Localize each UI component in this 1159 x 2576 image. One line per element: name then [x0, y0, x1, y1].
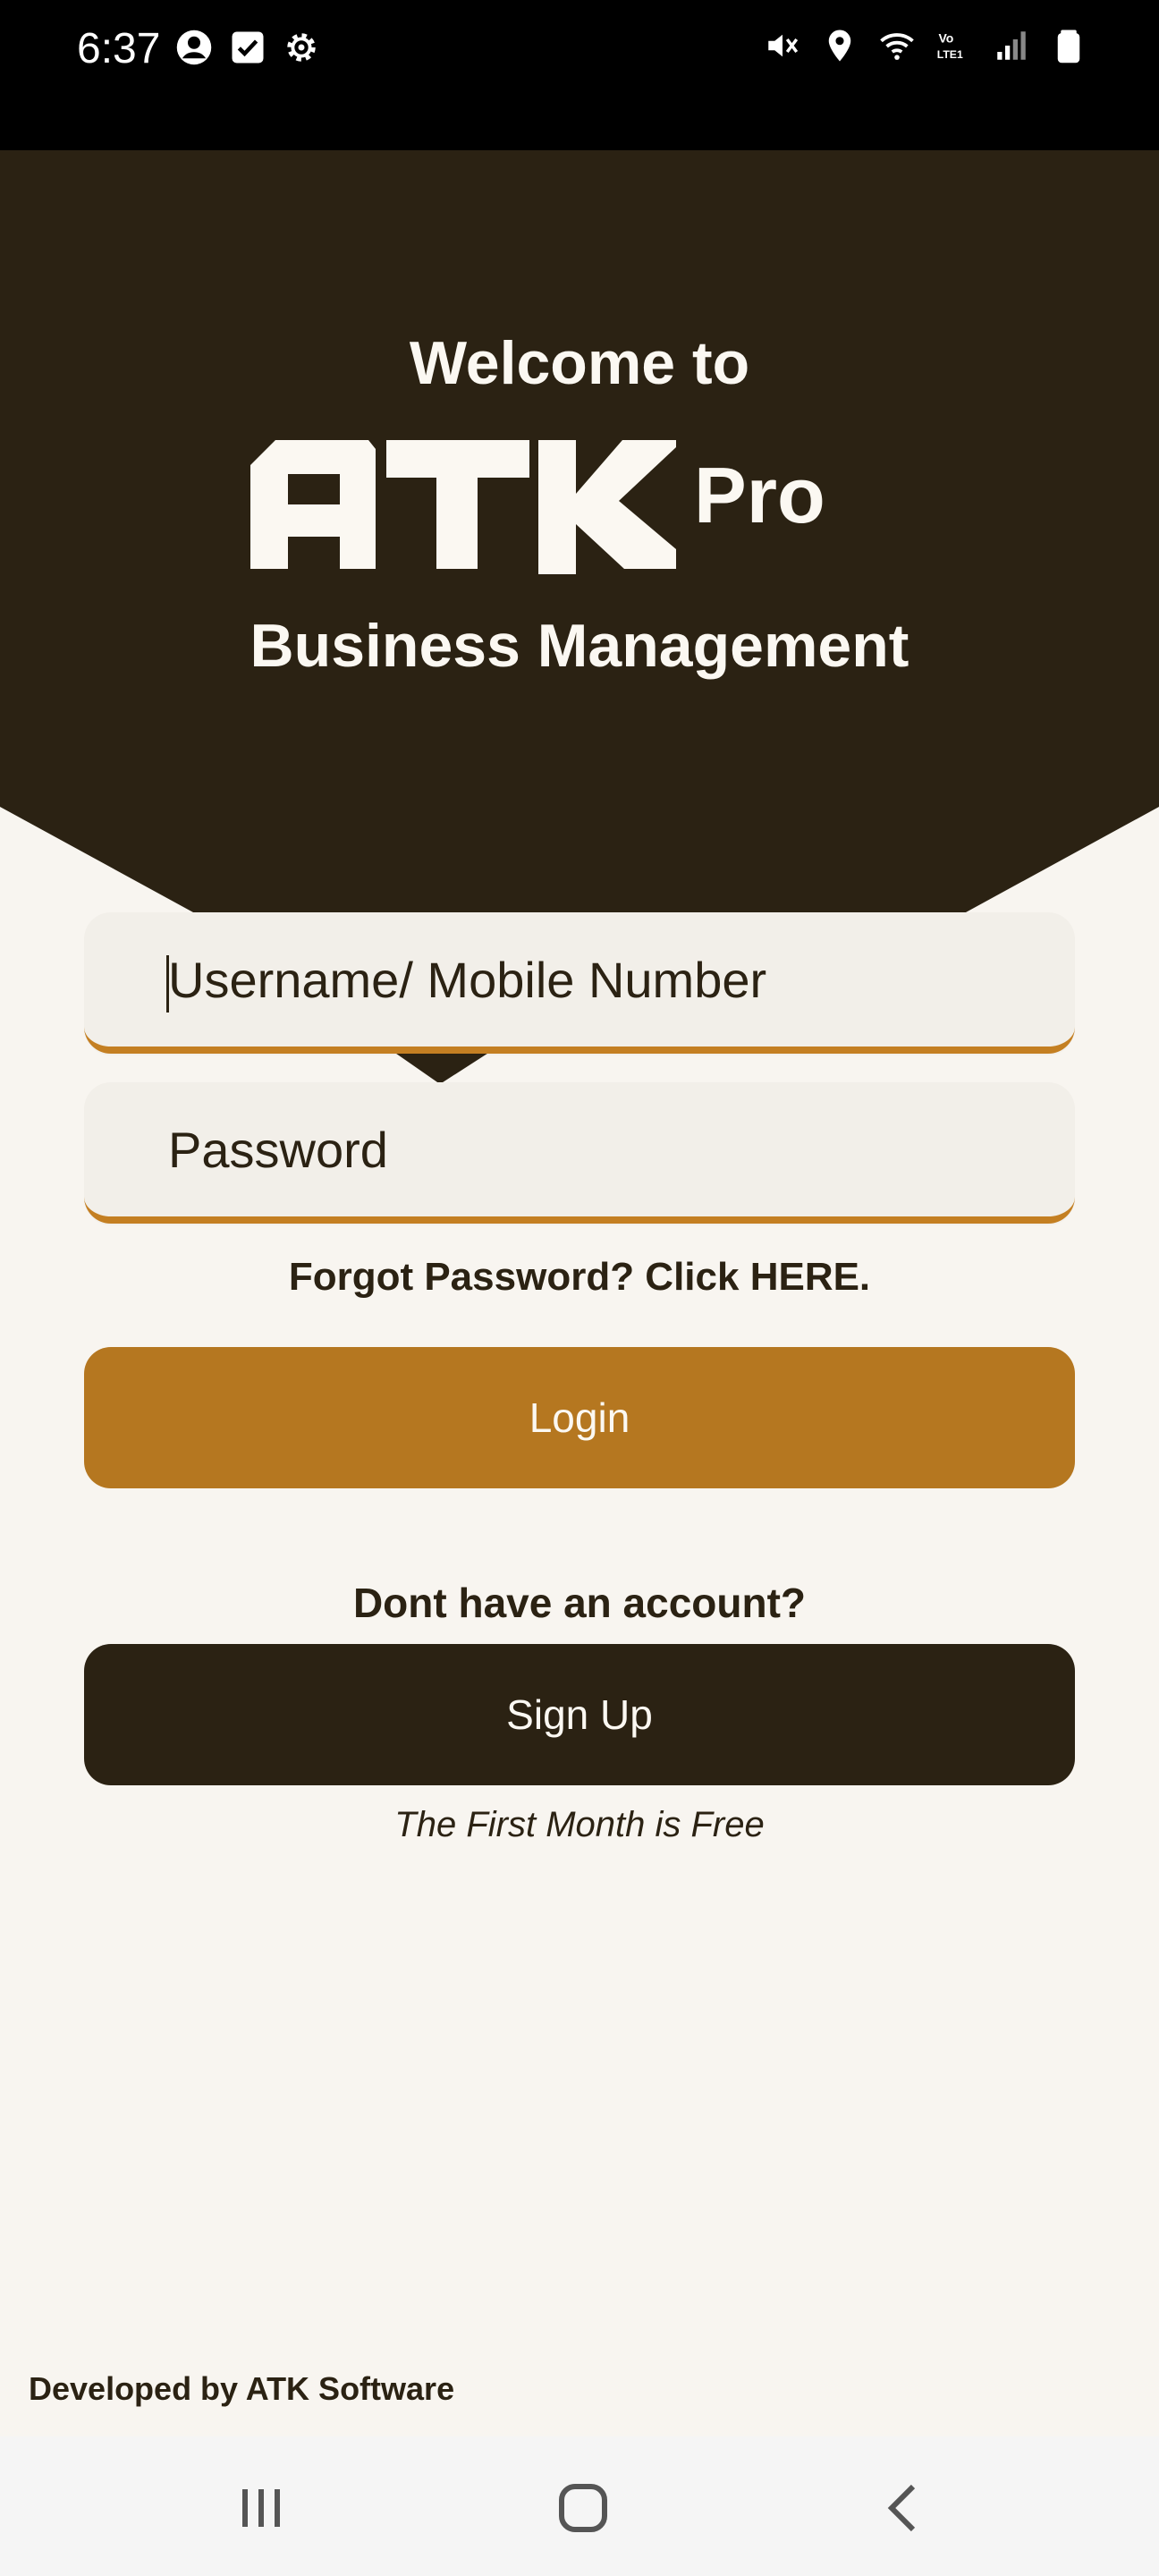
home-icon[interactable] — [551, 2476, 615, 2540]
wifi-icon — [880, 33, 914, 60]
volte-icon: Vo LTE1 — [937, 31, 963, 62]
login-button[interactable]: Login — [84, 1347, 1075, 1488]
svg-text:LTE1: LTE1 — [937, 48, 963, 61]
subtitle: Business Management — [250, 612, 909, 680]
username-input[interactable] — [168, 912, 1027, 1046]
status-time: 6:37 — [77, 25, 161, 72]
back-icon[interactable] — [873, 2476, 937, 2540]
welcome-text: Welcome to — [409, 329, 750, 397]
password-field[interactable] — [84, 1082, 1075, 1224]
settings-gear-icon — [287, 33, 316, 62]
mute-icon — [768, 34, 799, 57]
free-month-text: The First Month is Free — [394, 1805, 765, 1844]
battery-icon — [1057, 30, 1080, 64]
recents-icon[interactable] — [229, 2476, 293, 2540]
account-circle-icon — [176, 30, 212, 65]
location-pin-icon — [828, 30, 851, 62]
signup-button[interactable]: Sign Up — [84, 1644, 1075, 1785]
no-account-text: Dont have an account? — [352, 1580, 807, 1626]
system-nav-bar — [0, 2436, 1159, 2576]
forgot-password-link[interactable]: Forgot Password? Click HERE. — [0, 1250, 1159, 1304]
password-input[interactable] — [168, 1082, 1027, 1216]
atk-logo — [250, 440, 676, 574]
developer-credit: Developed by ATK Software — [29, 2370, 455, 2407]
signal-icon — [997, 31, 1026, 60]
logo-pro-text: Pro — [694, 451, 825, 539]
username-field[interactable] — [84, 912, 1075, 1054]
status-bar: 6:37 Vo LTE1 — [0, 0, 1159, 150]
svg-text:Vo: Vo — [939, 31, 954, 46]
checkbox-icon — [232, 31, 264, 64]
